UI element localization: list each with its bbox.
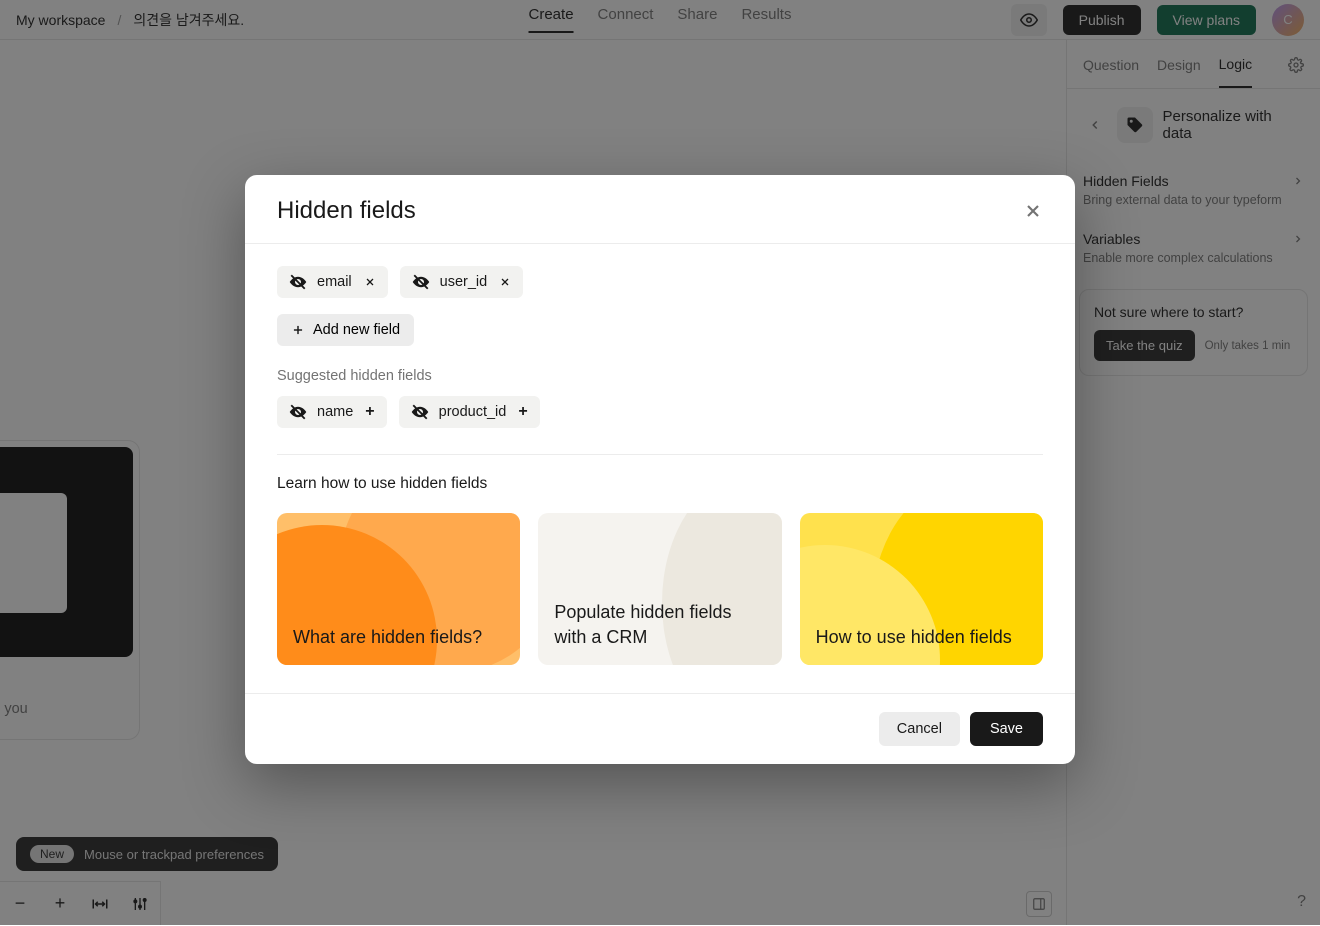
save-button[interactable]: Save: [970, 712, 1043, 746]
add-suggested-button[interactable]: +: [365, 403, 374, 421]
modal-body: email user_id Add new field Suggested hi…: [245, 244, 1075, 693]
hidden-icon: [289, 403, 307, 421]
modal-footer: Cancel Save: [245, 693, 1075, 764]
card-title: What are hidden fields?: [277, 609, 498, 665]
hidden-icon: [289, 273, 307, 291]
card-title: How to use hidden fields: [800, 609, 1028, 665]
modal-close-button[interactable]: [1023, 201, 1043, 221]
field-chip-email: email: [277, 266, 388, 298]
learn-card-3[interactable]: How to use hidden fields: [800, 513, 1043, 665]
add-suggested-button[interactable]: +: [518, 403, 527, 421]
suggested-chip-product-id: product_id +: [399, 396, 540, 428]
suggested-field-name: product_id: [439, 404, 507, 420]
learn-card-1[interactable]: What are hidden fields?: [277, 513, 520, 665]
remove-field-button[interactable]: [364, 276, 376, 288]
learn-label: Learn how to use hidden fields: [277, 475, 1043, 493]
suggested-field-name: name: [317, 404, 353, 420]
section-divider: [277, 454, 1043, 455]
hidden-icon: [411, 403, 429, 421]
field-name: email: [317, 274, 352, 290]
cancel-button[interactable]: Cancel: [879, 712, 960, 746]
plus-icon: [291, 323, 305, 337]
card-title: Populate hidden fields with a CRM: [538, 584, 781, 665]
field-chip-user-id: user_id: [400, 266, 524, 298]
existing-fields: email user_id: [277, 266, 1043, 298]
add-new-field-button[interactable]: Add new field: [277, 314, 414, 346]
suggested-fields: name + product_id +: [277, 396, 1043, 428]
learn-card-2[interactable]: Populate hidden fields with a CRM: [538, 513, 781, 665]
field-name: user_id: [440, 274, 488, 290]
hidden-icon: [412, 273, 430, 291]
x-icon: [364, 276, 376, 288]
suggested-chip-name: name +: [277, 396, 387, 428]
x-icon: [499, 276, 511, 288]
learn-cards: What are hidden fields? Populate hidden …: [277, 513, 1043, 665]
remove-field-button[interactable]: [499, 276, 511, 288]
suggested-label: Suggested hidden fields: [277, 368, 1043, 384]
modal-header: Hidden fields: [245, 175, 1075, 243]
add-field-label: Add new field: [313, 322, 400, 338]
modal-title: Hidden fields: [277, 197, 416, 225]
hidden-fields-modal: Hidden fields email user_id: [245, 175, 1075, 764]
close-icon: [1023, 201, 1043, 221]
